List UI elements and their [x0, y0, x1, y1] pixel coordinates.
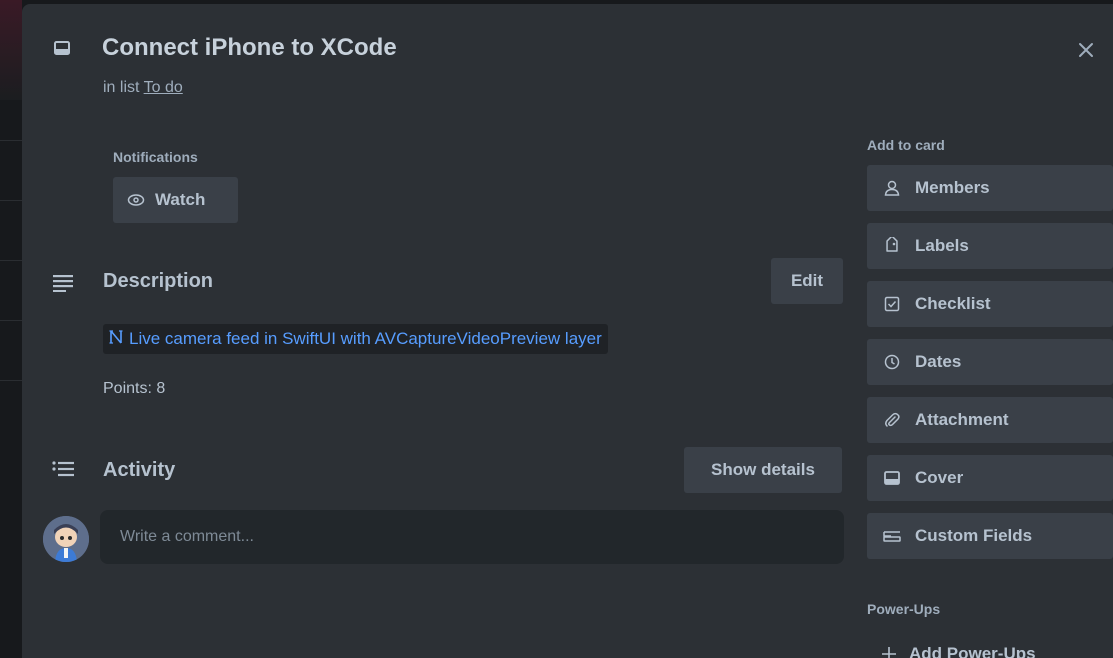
list-breadcrumb: in list To do	[103, 79, 183, 97]
cover-label: Cover	[915, 468, 964, 487]
backdrop-divider	[0, 380, 22, 381]
notifications-heading: Notifications	[113, 149, 198, 165]
description-icon	[53, 274, 73, 297]
plus-icon	[881, 646, 897, 658]
add-powerups-button[interactable]: Add Power-Ups	[867, 634, 1113, 658]
backdrop-divider	[0, 260, 22, 261]
add-powerups-label: Add Power-Ups	[909, 644, 1036, 658]
backdrop-divider	[0, 200, 22, 201]
members-label: Members	[915, 178, 990, 197]
list-name-link[interactable]: To do	[144, 79, 183, 96]
checklist-button[interactable]: Checklist	[867, 281, 1113, 327]
custom-fields-label: Custom Fields	[915, 526, 1033, 545]
card-icon	[54, 41, 70, 55]
close-button[interactable]	[1068, 34, 1104, 70]
paperclip-icon	[881, 410, 903, 430]
cover-icon	[881, 468, 903, 488]
backdrop-divider	[0, 140, 22, 141]
description-link-text: Live camera feed in SwiftUI with AVCaptu…	[129, 329, 602, 348]
points-text: Points: 8	[103, 380, 166, 397]
description-heading: Description	[103, 270, 214, 292]
checklist-label: Checklist	[915, 294, 991, 313]
members-button[interactable]: Members	[867, 165, 1113, 211]
cover-button[interactable]: Cover	[867, 455, 1113, 501]
add-to-card-heading: Add to card	[867, 137, 945, 153]
backdrop-board-strip	[0, 0, 22, 100]
dates-button[interactable]: Dates	[867, 339, 1113, 385]
activity-heading: Activity	[103, 459, 176, 481]
attachment-label: Attachment	[915, 410, 1009, 429]
eye-icon	[127, 193, 145, 207]
comment-input[interactable]	[100, 510, 844, 564]
labels-label: Labels	[915, 236, 969, 255]
description-link[interactable]: Live camera feed in SwiftUI with AVCaptu…	[103, 324, 608, 354]
list-prefix: in list	[103, 79, 140, 96]
card-title[interactable]: Connect iPhone to XCode	[102, 34, 397, 62]
activity-icon	[52, 460, 74, 483]
tag-icon	[881, 236, 903, 256]
avatar[interactable]	[43, 516, 89, 562]
show-details-button[interactable]: Show details	[684, 447, 842, 493]
edit-description-button[interactable]: Edit	[771, 258, 843, 304]
custom-fields-icon	[881, 526, 903, 546]
dates-label: Dates	[915, 352, 962, 371]
custom-fields-button[interactable]: Custom Fields	[867, 513, 1113, 559]
watch-label: Watch	[155, 190, 206, 209]
notion-icon	[109, 329, 123, 350]
backdrop-divider	[0, 320, 22, 321]
clock-icon	[881, 352, 903, 372]
labels-button[interactable]: Labels	[867, 223, 1113, 269]
close-icon	[1078, 42, 1094, 63]
attachment-button[interactable]: Attachment	[867, 397, 1113, 443]
checklist-icon	[881, 294, 903, 314]
powerups-heading: Power-Ups	[867, 601, 941, 617]
person-icon	[881, 178, 903, 198]
watch-button[interactable]: Watch	[113, 177, 238, 223]
card-detail-modal: Connect iPhone to XCode in list To do No…	[22, 4, 1113, 658]
